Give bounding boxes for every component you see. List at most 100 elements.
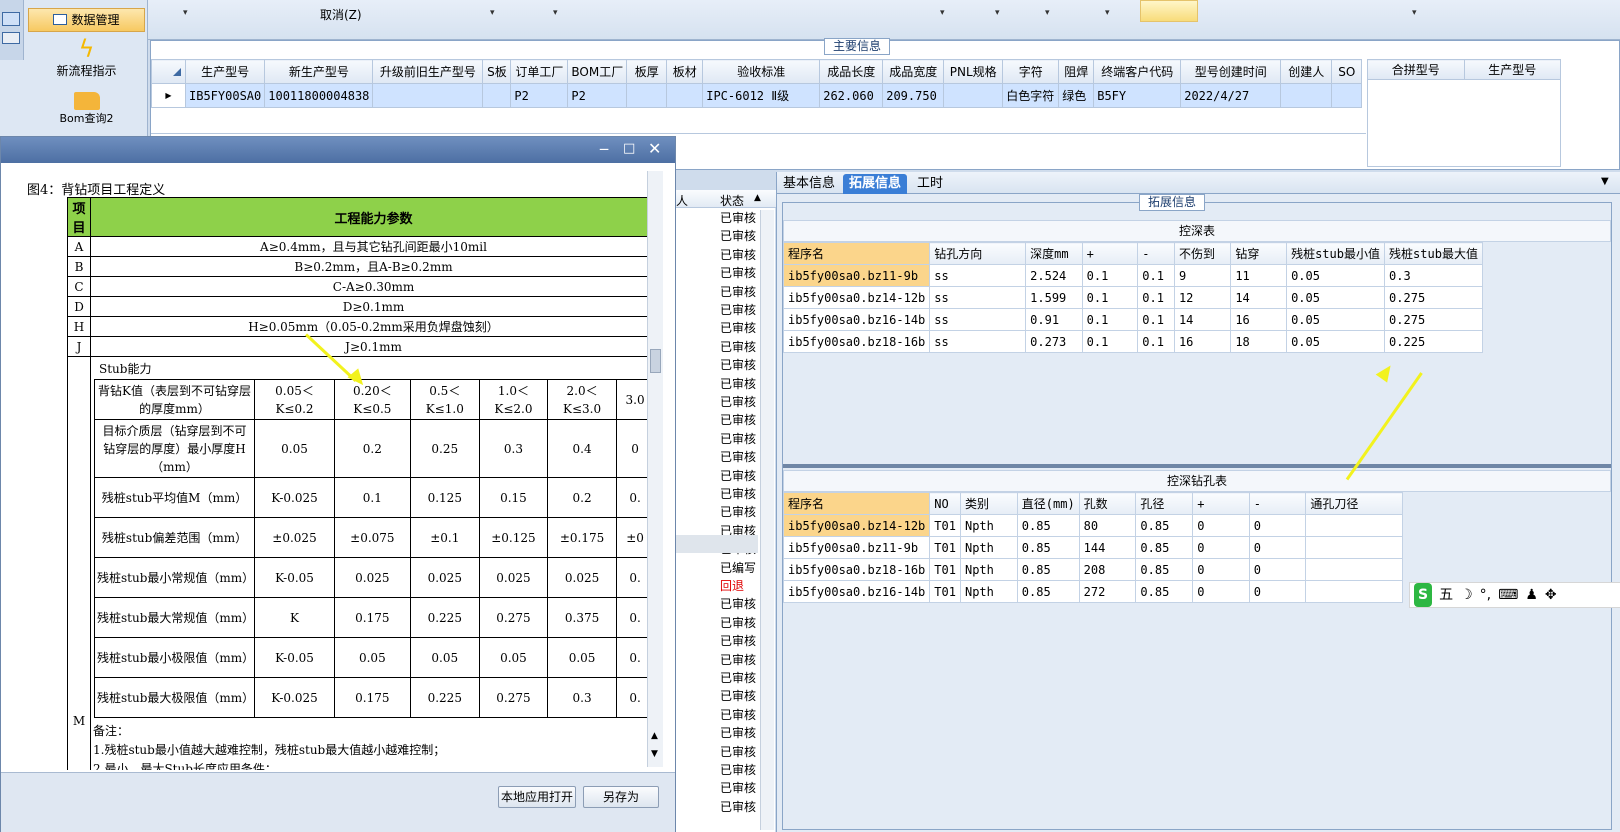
- table-cell[interactable]: 0.85: [1135, 514, 1194, 537]
- table-cell[interactable]: [943, 83, 1004, 108]
- column-header[interactable]: SO: [1331, 59, 1363, 84]
- table-cell[interactable]: Npth: [959, 580, 1018, 603]
- status-item[interactable]: 已审核: [720, 687, 756, 705]
- table-cell[interactable]: 0.1: [1081, 264, 1139, 287]
- table-cell[interactable]: 11: [1230, 264, 1288, 287]
- table-row[interactable]: ib5fy00sa0.bz18-16b ss 0.273 0.1 0.1 16 18 0.05…: [782, 330, 1483, 353]
- table-cell[interactable]: 0.85: [1135, 536, 1194, 559]
- table-cell[interactable]: 0.05: [1286, 308, 1386, 331]
- status-item[interactable]: 已审核: [720, 467, 756, 485]
- dialog-titlebar[interactable]: ‒ □ ✕: [1, 137, 675, 163]
- vertical-scrollbar[interactable]: [760, 210, 774, 830]
- table-cell[interactable]: [1305, 536, 1403, 559]
- status-item[interactable]: 已审核: [720, 448, 756, 466]
- nav-new-process[interactable]: ϟ 新流程指示: [28, 36, 145, 79]
- table-cell[interactable]: [1305, 558, 1403, 581]
- table-cell[interactable]: 0.1: [1081, 286, 1139, 309]
- table-cell[interactable]: T01: [929, 536, 961, 559]
- status-item[interactable]: 已审核: [720, 264, 756, 282]
- tab-basic-info[interactable]: 基本信息: [777, 174, 841, 194]
- column-header[interactable]: 验收标准: [702, 59, 821, 84]
- table-cell[interactable]: 2.524: [1025, 264, 1083, 287]
- status-header[interactable]: 人 状态 ▲: [676, 190, 776, 208]
- status-item[interactable]: 已审核: [720, 393, 756, 411]
- ime-toolbar[interactable]: S 五 ☽ °, ⌨ ♟ ✥: [1409, 582, 1620, 608]
- status-item[interactable]: 已审核: [720, 614, 756, 632]
- column-header[interactable]: 成品长度: [819, 59, 884, 84]
- window-icon[interactable]: [2, 12, 20, 26]
- status-item[interactable]: 已审核: [720, 724, 756, 742]
- dropdown-arrow-icon[interactable]: ▾: [1045, 8, 1050, 18]
- table-cell[interactable]: 白色字符: [1002, 83, 1060, 108]
- table-cell[interactable]: 0.85: [1016, 558, 1080, 581]
- column-header[interactable]: 新生产型号: [264, 59, 374, 84]
- table-cell[interactable]: ib5fy00sa0.bz14-12b: [782, 514, 931, 537]
- status-item[interactable]: 已审核: [720, 503, 756, 521]
- user-icon[interactable]: ♟: [1525, 583, 1538, 607]
- scroll-up-icon[interactable]: ▲: [651, 731, 658, 741]
- column-header[interactable]: 钻孔方向: [929, 242, 1027, 265]
- column-header[interactable]: 类别: [959, 492, 1018, 515]
- table-cell[interactable]: 0.85: [1016, 580, 1080, 603]
- status-item[interactable]: 已审核: [720, 669, 756, 687]
- column-header[interactable]: 不伤到: [1173, 242, 1232, 265]
- column-header[interactable]: 深度mm: [1025, 242, 1083, 265]
- save-as-button[interactable]: 另存为: [583, 786, 659, 808]
- table-cell[interactable]: T01: [929, 514, 961, 537]
- status-item[interactable]: 已审核: [720, 375, 756, 393]
- column-header[interactable]: 阻焊: [1058, 59, 1095, 84]
- table-cell[interactable]: 0.05: [1286, 286, 1386, 309]
- table-cell[interactable]: P2: [567, 83, 628, 108]
- table-cell[interactable]: 0.1: [1081, 308, 1139, 331]
- table-cell[interactable]: [372, 83, 484, 108]
- status-item[interactable]: 已审核: [720, 356, 756, 374]
- table-cell[interactable]: 0.1: [1137, 264, 1175, 287]
- table-cell[interactable]: ss: [929, 286, 1027, 309]
- table-row[interactable]: ib5fy00sa0.bz14-12b T01 Npth 0.85 80 0.85 0 0: [782, 514, 1403, 537]
- table-row[interactable]: ▶ IB5FY00SA0 10011800004838 P2 P2 IPC-6012 Ⅱ级…: [151, 83, 1363, 108]
- column-header[interactable]: 孔径: [1135, 492, 1194, 515]
- table-cell[interactable]: 12: [1173, 286, 1232, 309]
- table-cell[interactable]: ib5fy00sa0.bz11-9b: [782, 264, 931, 287]
- table-cell[interactable]: ib5fy00sa0.bz11-9b: [782, 536, 931, 559]
- column-header[interactable]: 直径(mm): [1016, 492, 1080, 515]
- table-cell[interactable]: 208: [1078, 558, 1137, 581]
- table-cell[interactable]: ss: [929, 264, 1027, 287]
- table-cell[interactable]: Npth: [959, 558, 1018, 581]
- table-cell[interactable]: 0.91: [1025, 308, 1083, 331]
- table-cell[interactable]: 144: [1078, 536, 1137, 559]
- status-item[interactable]: 回退: [720, 577, 744, 595]
- table-cell[interactable]: [1280, 83, 1333, 108]
- table-cell[interactable]: 0: [1192, 558, 1250, 581]
- maximize-icon[interactable]: □: [623, 141, 635, 156]
- column-header[interactable]: 残桩stub最小值: [1286, 242, 1386, 265]
- column-header[interactable]: 板厚: [626, 59, 668, 84]
- table-cell[interactable]: 209.750: [882, 83, 945, 108]
- status-item[interactable]: 已审核: [720, 779, 756, 797]
- table-cell[interactable]: [626, 83, 668, 108]
- column-header[interactable]: 残桩stub最大值: [1384, 242, 1483, 265]
- table-row[interactable]: ib5fy00sa0.bz18-16b T01 Npth 0.85 208 0.85 0 0: [782, 558, 1403, 581]
- column-header[interactable]: 生产型号: [184, 59, 266, 84]
- status-item[interactable]: 已审核: [720, 411, 756, 429]
- status-item[interactable]: 已审核: [720, 338, 756, 356]
- table-cell[interactable]: 16: [1173, 330, 1232, 353]
- table-cell[interactable]: 0.1: [1137, 286, 1175, 309]
- column-header[interactable]: 字符: [1002, 59, 1060, 84]
- nav-bom-query[interactable]: Bom查询2: [28, 92, 145, 126]
- column-header[interactable]: 程序名: [782, 242, 931, 265]
- table-cell[interactable]: 272: [1078, 580, 1137, 603]
- tab-work-hours[interactable]: 工时: [911, 174, 949, 194]
- column-header[interactable]: NO: [929, 492, 961, 515]
- column-header[interactable]: 升级前旧生产型号: [372, 59, 484, 84]
- table-cell[interactable]: [482, 83, 512, 108]
- splitter[interactable]: [783, 464, 1611, 468]
- table-cell[interactable]: 0.275: [1384, 286, 1483, 309]
- keyboard-icon[interactable]: ⌨: [1498, 583, 1518, 607]
- status-item[interactable]: 已审核: [720, 246, 756, 264]
- table-cell[interactable]: IB5FY00SA0: [184, 83, 266, 108]
- table-cell[interactable]: 绿色: [1058, 83, 1095, 108]
- nav-data-management[interactable]: 数据管理: [28, 8, 145, 32]
- table-cell[interactable]: Npth: [959, 536, 1018, 559]
- column-header[interactable]: 终端客户代码: [1093, 59, 1182, 84]
